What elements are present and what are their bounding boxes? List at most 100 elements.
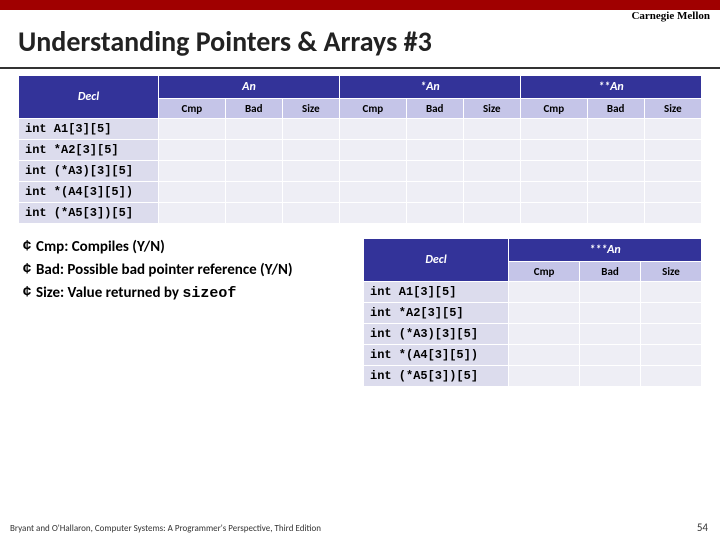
bullet-2-text: Size: Value returned by (36, 284, 182, 302)
small-decl-0: int A1[3][5] (364, 282, 509, 303)
cell (339, 182, 406, 203)
cell (282, 119, 339, 140)
top-red-bar (0, 0, 720, 10)
main-header-an: An (159, 76, 340, 99)
cell (159, 119, 226, 140)
bullet-0: Cmp: Compiles (Y/N) (36, 238, 353, 257)
cell (406, 119, 463, 140)
cell (520, 203, 587, 224)
cell (159, 182, 226, 203)
cell (640, 282, 701, 303)
cell (282, 203, 339, 224)
bullet-1: Bad: Possible bad pointer reference (Y/N… (36, 261, 353, 280)
cell (406, 140, 463, 161)
cell (640, 345, 701, 366)
sub-cmp-2: Cmp (339, 99, 406, 119)
cell (406, 182, 463, 203)
cell (225, 182, 282, 203)
sub-bad-1: Bad (225, 99, 282, 119)
sub-bad-3: Bad (587, 99, 644, 119)
cell (463, 140, 520, 161)
cell (644, 140, 701, 161)
cell (587, 119, 644, 140)
cell (587, 203, 644, 224)
sub-size-2: Size (463, 99, 520, 119)
cell (339, 140, 406, 161)
main-header-star-an: *An (339, 76, 520, 99)
sizeof-code: sizeof (182, 285, 236, 302)
sub-size-3: Size (644, 99, 701, 119)
small-sub-cmp: Cmp (509, 262, 580, 282)
sub-bad-2: Bad (406, 99, 463, 119)
cell (644, 203, 701, 224)
cell (587, 161, 644, 182)
main-decl-3: int *(A4[3][5]) (19, 182, 159, 203)
sub-size-1: Size (282, 99, 339, 119)
cell (463, 161, 520, 182)
cell (282, 140, 339, 161)
cell (580, 366, 641, 387)
cell (580, 303, 641, 324)
cell (159, 140, 226, 161)
cell (640, 366, 701, 387)
main-decl-0: int A1[3][5] (19, 119, 159, 140)
bullet-marker-icon: ¢ (18, 284, 36, 301)
main-header-starstar-an: **An (520, 76, 701, 99)
cell (580, 282, 641, 303)
cell (520, 119, 587, 140)
cell (509, 366, 580, 387)
small-decl-1: int *A2[3][5] (364, 303, 509, 324)
small-table-wrap: Decl ***An Cmp Bad Size int A1[3][5] int… (363, 238, 702, 387)
cell (520, 161, 587, 182)
cell (644, 119, 701, 140)
content-area: Decl An *An **An Cmp Bad Size Cmp Bad Si… (0, 75, 720, 387)
cell (644, 161, 701, 182)
cell (520, 182, 587, 203)
main-header-decl: Decl (19, 76, 159, 119)
cell (339, 203, 406, 224)
cell (644, 182, 701, 203)
small-header-decl: Decl (364, 239, 509, 282)
cell (225, 119, 282, 140)
cell (406, 161, 463, 182)
lower-row: ¢Cmp: Compiles (Y/N) ¢Bad: Possible bad … (18, 238, 702, 387)
cell (225, 203, 282, 224)
cell (463, 119, 520, 140)
cell (520, 140, 587, 161)
small-decl-2: int (*A3)[3][5] (364, 324, 509, 345)
cell (463, 182, 520, 203)
cell (640, 303, 701, 324)
small-decl-4: int (*A5[3])[5] (364, 366, 509, 387)
cell (282, 161, 339, 182)
small-sub-size: Size (640, 262, 701, 282)
cell (509, 303, 580, 324)
cell (406, 203, 463, 224)
footer-text: Bryant and O'Hallaron, Computer Systems:… (10, 523, 321, 534)
cell (580, 324, 641, 345)
main-decl-4: int (*A5[3])[5] (19, 203, 159, 224)
bullet-marker-icon: ¢ (18, 238, 36, 255)
main-decl-2: int (*A3)[3][5] (19, 161, 159, 182)
cell (580, 345, 641, 366)
cell (339, 119, 406, 140)
bullet-marker-icon: ¢ (18, 261, 36, 278)
page-title: Understanding Pointers & Arrays #3 (0, 10, 720, 67)
page-number: 54 (697, 521, 708, 534)
small-table: Decl ***An Cmp Bad Size int A1[3][5] int… (363, 238, 702, 387)
cell (159, 161, 226, 182)
cell (225, 140, 282, 161)
small-sub-bad: Bad (580, 262, 641, 282)
small-decl-3: int *(A4[3][5]) (364, 345, 509, 366)
cell (640, 324, 701, 345)
cell (587, 140, 644, 161)
sub-cmp-1: Cmp (159, 99, 226, 119)
cell (509, 282, 580, 303)
cell (509, 324, 580, 345)
small-header-starstarstar-an: ***An (509, 239, 702, 262)
cell (339, 161, 406, 182)
cell (509, 345, 580, 366)
main-decl-1: int *A2[3][5] (19, 140, 159, 161)
brand-label: Carnegie Mellon (631, 10, 710, 22)
main-table: Decl An *An **An Cmp Bad Size Cmp Bad Si… (18, 75, 702, 224)
cell (282, 182, 339, 203)
